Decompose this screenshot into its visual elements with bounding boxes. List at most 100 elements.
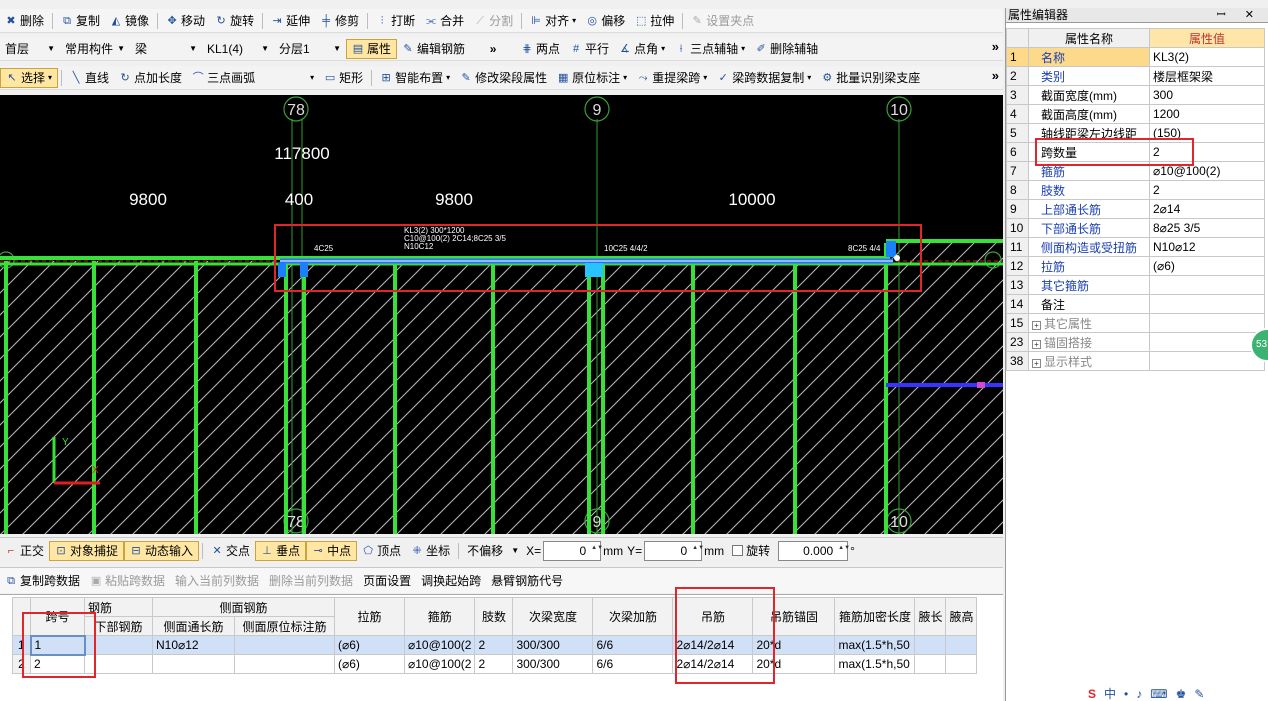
property-row[interactable]: 10 下部通长筋 8⌀25 3/5 bbox=[1006, 218, 1265, 238]
copy-button[interactable]: ⧉ 复制 bbox=[56, 11, 105, 31]
copy-span-data-button[interactable]: ✓ 梁跨数据复制 ▾ bbox=[712, 68, 816, 88]
extend-button[interactable]: ⇥ 延伸 bbox=[266, 11, 315, 31]
mirror-button[interactable]: ◭ 镜像 bbox=[105, 11, 154, 31]
delete-button[interactable]: ✖ 删除 bbox=[0, 11, 49, 31]
col-header-haunch-height[interactable]: 腋高 bbox=[945, 597, 978, 636]
property-row[interactable]: 4 截面高度(mm) 1200 bbox=[1006, 104, 1265, 124]
col-header-dense-length[interactable]: 箍筋加密长度 bbox=[834, 597, 916, 636]
floor-select[interactable]: 首层 ▼ bbox=[0, 40, 60, 58]
property-row[interactable]: 23 + 锚固搭接 bbox=[1006, 332, 1265, 352]
trim-button[interactable]: ╪ 修剪 bbox=[315, 11, 364, 31]
rect-button[interactable]: ▭ 矩形 bbox=[319, 68, 368, 88]
in-place-label-button[interactable]: ▦ 原位标注 ▾ bbox=[552, 68, 632, 88]
property-value[interactable] bbox=[1149, 332, 1265, 352]
property-row[interactable]: 9 上部通长筋 2⌀14 bbox=[1006, 199, 1265, 219]
col-header-span-no[interactable]: 跨号 bbox=[30, 597, 85, 636]
point-angle-button[interactable]: ∡ 点角 ▾ bbox=[614, 39, 670, 59]
property-value[interactable]: 2 bbox=[1149, 180, 1265, 200]
col-header-stirrup[interactable]: 箍筋 bbox=[403, 597, 476, 636]
offset-mode-select[interactable]: 不偏移 ▼ bbox=[462, 542, 524, 560]
property-row[interactable]: 8 肢数 2 bbox=[1006, 180, 1265, 200]
col-header-legs[interactable]: 肢数 bbox=[474, 597, 514, 636]
break-button[interactable]: ⫶ 打断 bbox=[371, 11, 420, 31]
expand-icon[interactable]: + bbox=[1032, 358, 1041, 368]
paste-span-button[interactable]: ▣ 粘贴跨数据 bbox=[85, 571, 170, 591]
midpoint-snap-button[interactable]: ⊸ 中点 bbox=[306, 540, 358, 561]
ime-keyboard-icon[interactable]: ⌨ bbox=[1150, 687, 1167, 701]
property-row[interactable]: 38 + 显示样式 bbox=[1006, 351, 1265, 371]
type-select[interactable]: 梁 ▼ bbox=[130, 40, 202, 58]
select-button[interactable]: ↖ 选择 ▾ bbox=[0, 67, 59, 88]
property-value[interactable]: 2 bbox=[1149, 142, 1265, 162]
property-value[interactable]: (150) bbox=[1149, 123, 1265, 143]
element-select[interactable]: KL1(4) ▼ bbox=[202, 40, 274, 58]
ime-mode-icon[interactable]: 中 bbox=[1104, 685, 1116, 701]
perpendicular-snap-button[interactable]: ⊥ 垂点 bbox=[255, 540, 307, 561]
property-row[interactable]: 2 类别 楼层框架梁 bbox=[1006, 66, 1265, 86]
col-header-side-local[interactable]: 侧面原位标注筋 bbox=[234, 616, 335, 636]
rotate-checkbox[interactable] bbox=[732, 545, 744, 556]
property-value[interactable]: KL3(2) bbox=[1149, 47, 1265, 67]
arc-button[interactable]: ⌒ 三点画弧 ▾ bbox=[187, 68, 319, 88]
input-column-button[interactable]: 输入当前列数据 bbox=[170, 571, 264, 591]
merge-button[interactable]: ⫘ 合并 bbox=[420, 11, 469, 31]
smart-layout-button[interactable]: ⊞ 智能布置 ▾ bbox=[375, 68, 455, 88]
table-row[interactable]: 2 2 (⌀6) ⌀10@100(2 2 300/300 6/6 2⌀14/2⌀… bbox=[12, 654, 978, 674]
property-value[interactable]: 8⌀25 3/5 bbox=[1149, 218, 1265, 238]
property-value[interactable] bbox=[1149, 313, 1265, 333]
property-row[interactable]: 14 备注 bbox=[1006, 294, 1265, 314]
property-row[interactable]: 12 拉筋 (⌀6) bbox=[1006, 256, 1265, 276]
set-grip-button[interactable]: ✎ 设置夹点 bbox=[686, 11, 759, 31]
col-header-hanger[interactable]: 吊筋 bbox=[672, 597, 754, 636]
property-row[interactable]: 7 箍筋 ⌀10@100(2) bbox=[1006, 161, 1265, 181]
property-row[interactable]: 6 跨数量 2 bbox=[1006, 142, 1265, 162]
property-value[interactable]: 1200 bbox=[1149, 104, 1265, 124]
copy-span-button[interactable]: ⧉ 复制跨数据 bbox=[0, 571, 85, 591]
property-row[interactable]: 5 轴线距梁左边线距 (150) bbox=[1006, 123, 1265, 143]
expand-icon[interactable]: + bbox=[1032, 339, 1041, 349]
point-length-button[interactable]: ↻ 点加长度 bbox=[114, 68, 187, 88]
two-points-button[interactable]: ⋕ 两点 bbox=[516, 39, 565, 59]
property-row[interactable]: 3 截面宽度(mm) 300 bbox=[1006, 85, 1265, 105]
category-select[interactable]: 常用构件 ▼ bbox=[60, 40, 130, 58]
drawing-canvas[interactable]: 78 9 10 78 9 10 117800 9800 400 9800 100… bbox=[0, 95, 1003, 534]
table-row[interactable]: 1 1 N10⌀12 (⌀6) ⌀10@100(2 2 300/300 6/6 … bbox=[12, 634, 978, 656]
col-header-bottom-rebar[interactable]: 下部钢筋 bbox=[84, 616, 153, 636]
line-button[interactable]: ╲ 直线 bbox=[65, 68, 114, 88]
align-button[interactable]: ⊫ 对齐 ▾ bbox=[525, 11, 581, 31]
offset-button[interactable]: ◎ 偏移 bbox=[581, 11, 630, 31]
property-value[interactable] bbox=[1149, 351, 1265, 371]
layer-select[interactable]: 分层1 ▼ bbox=[274, 40, 346, 58]
stretch-button[interactable]: ⬚ 拉伸 bbox=[630, 11, 679, 31]
overflow-chevron-icon[interactable]: » bbox=[992, 68, 999, 83]
cantilever-code-button[interactable]: 悬臂钢筋代号 bbox=[486, 571, 568, 591]
rotate-button[interactable]: ↻ 旋转 bbox=[210, 11, 259, 31]
ime-tools-icon[interactable]: ✎ bbox=[1194, 687, 1204, 701]
ime-logo-icon[interactable]: S bbox=[1088, 687, 1096, 701]
modify-span-button[interactable]: ✎ 修改梁段属性 bbox=[455, 68, 552, 88]
split-button[interactable]: ⟋ 分割 bbox=[469, 11, 518, 31]
property-row[interactable]: 15 + 其它属性 bbox=[1006, 313, 1265, 333]
drawing-svg[interactable]: 78 9 10 78 9 10 117800 9800 400 9800 100… bbox=[0, 95, 1003, 534]
property-row[interactable]: 13 其它箍筋 bbox=[1006, 275, 1265, 295]
col-header-secondary-width[interactable]: 次梁宽度 bbox=[512, 597, 594, 636]
ime-skin-icon[interactable]: ♚ bbox=[1176, 687, 1187, 701]
coordinate-snap-button[interactable]: ⁜ 坐标 bbox=[406, 541, 455, 561]
page-setup-button[interactable]: 页面设置 bbox=[358, 571, 416, 591]
property-row[interactable]: 11 侧面构造或受扭筋 N10⌀12 bbox=[1006, 237, 1265, 257]
property-value[interactable]: N10⌀12 bbox=[1149, 237, 1265, 257]
intersection-snap-button[interactable]: ✕ 交点 bbox=[206, 541, 255, 561]
batch-identify-button[interactable]: ⚙ 批量识别梁支座 bbox=[816, 68, 925, 88]
overflow-chevron-icon[interactable]: » bbox=[992, 39, 999, 54]
y-coordinate-input[interactable]: 0 bbox=[644, 540, 703, 561]
object-snap-button[interactable]: ⊡ 对象捕捉 bbox=[49, 540, 125, 561]
property-value[interactable]: 楼层框架梁 bbox=[1149, 66, 1265, 86]
property-row[interactable]: 1 名称 KL3(2) bbox=[1006, 47, 1265, 67]
properties-button[interactable]: ▤ 属性 bbox=[346, 38, 398, 59]
property-value[interactable] bbox=[1149, 275, 1265, 295]
expand-icon[interactable]: + bbox=[1032, 320, 1041, 330]
rotate-angle-input[interactable]: 0.000 bbox=[778, 540, 849, 561]
delete-column-button[interactable]: 删除当前列数据 bbox=[264, 571, 358, 591]
property-value[interactable] bbox=[1149, 294, 1265, 314]
property-value[interactable]: (⌀6) bbox=[1149, 256, 1265, 276]
